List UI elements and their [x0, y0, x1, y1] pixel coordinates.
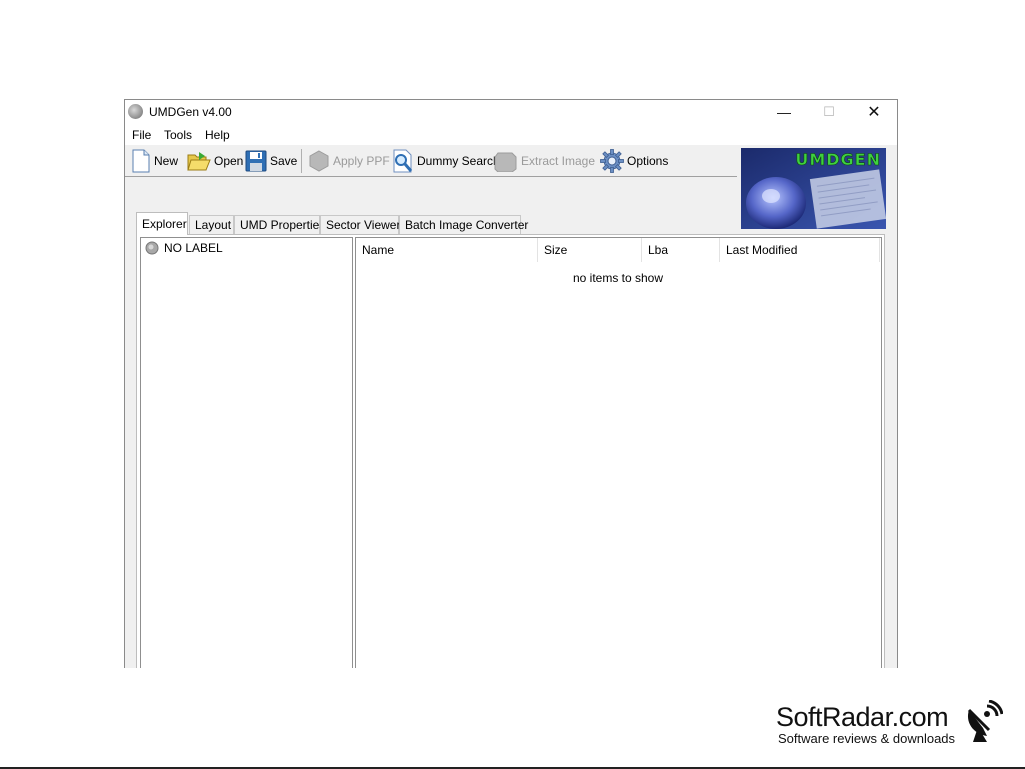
- apply-ppf-icon: [309, 149, 329, 172]
- umdgen-logo-icon: UMDGEN: [741, 148, 886, 229]
- tab-umd-properties[interactable]: UMD Properties: [234, 215, 325, 234]
- menu-tools[interactable]: Tools: [164, 128, 192, 142]
- new-document-icon: [132, 149, 150, 172]
- watermark-subtitle: Software reviews & downloads: [778, 731, 956, 746]
- column-header-lba[interactable]: Lba: [642, 238, 720, 262]
- column-header-size[interactable]: Size: [538, 238, 642, 262]
- column-header-name[interactable]: Name: [356, 238, 538, 262]
- extract-image-button[interactable]: Extract Image: [494, 148, 595, 173]
- tab-sector-viewer[interactable]: Sector Viewer: [320, 215, 400, 234]
- menu-bar: File Tools Help: [125, 124, 897, 145]
- extract-image-icon: [494, 152, 517, 172]
- options-button[interactable]: Options: [600, 148, 668, 173]
- window-title: UMDGen v4.00: [149, 105, 232, 119]
- new-label: New: [154, 153, 179, 168]
- save-button[interactable]: Save: [245, 148, 297, 173]
- tab-layout[interactable]: Layout: [189, 215, 234, 234]
- open-label: Open: [214, 153, 244, 168]
- menu-file[interactable]: File: [132, 128, 151, 142]
- toolbar-separator: [301, 149, 302, 173]
- softradar-watermark: SoftRadar.com Software reviews & downloa…: [776, 702, 955, 746]
- extract-image-label: Extract Image: [521, 153, 596, 168]
- explorer-panel: NO LABEL Name Size Lba Last Modified no …: [136, 234, 885, 668]
- minimize-button[interactable]: —: [761, 100, 807, 124]
- toolbar: New Open Save Apply PPF Dummy Search Ext…: [125, 145, 737, 177]
- dummy-search-button[interactable]: Dummy Search: [392, 148, 500, 173]
- apply-ppf-button[interactable]: Apply PPF: [308, 148, 390, 173]
- satellite-dish-icon: [967, 700, 1003, 742]
- tree-view[interactable]: NO LABEL: [140, 237, 353, 668]
- dummy-search-label: Dummy Search: [417, 153, 500, 168]
- gear-icon: [600, 148, 624, 173]
- menu-help[interactable]: Help: [205, 128, 230, 142]
- tree-item-label: NO LABEL: [164, 241, 223, 255]
- title-bar[interactable]: UMDGen v4.00 — ☐ ✕: [125, 100, 897, 124]
- open-folder-icon: [187, 151, 211, 170]
- disc-icon: [145, 241, 159, 255]
- file-list-view[interactable]: Name Size Lba Last Modified no items to …: [355, 237, 882, 668]
- svg-text:UMDGEN: UMDGEN: [795, 150, 881, 169]
- maximize-button[interactable]: ☐: [806, 100, 852, 124]
- watermark-title: SoftRadar.com: [776, 702, 949, 732]
- close-button[interactable]: ✕: [851, 100, 897, 124]
- empty-list-message: no items to show: [572, 271, 664, 285]
- apply-ppf-label: Apply PPF: [333, 153, 390, 168]
- app-disc-icon: [128, 104, 143, 119]
- save-disk-icon: [245, 150, 267, 171]
- save-label: Save: [270, 153, 298, 168]
- options-label: Options: [627, 153, 669, 168]
- new-button[interactable]: New: [131, 148, 178, 173]
- column-header-last-modified[interactable]: Last Modified: [720, 238, 880, 262]
- app-window: UMDGen v4.00 — ☐ ✕ File Tools Help New O…: [124, 99, 898, 668]
- tab-batch-image-converter[interactable]: Batch Image Converter: [399, 215, 528, 234]
- tree-item-no-label[interactable]: NO LABEL: [145, 241, 223, 255]
- umdgen-logo: UMDGEN: [741, 148, 886, 229]
- magnifier-icon: [393, 149, 413, 172]
- open-button[interactable]: Open: [187, 148, 243, 173]
- tab-explorer[interactable]: Explorer: [136, 212, 188, 235]
